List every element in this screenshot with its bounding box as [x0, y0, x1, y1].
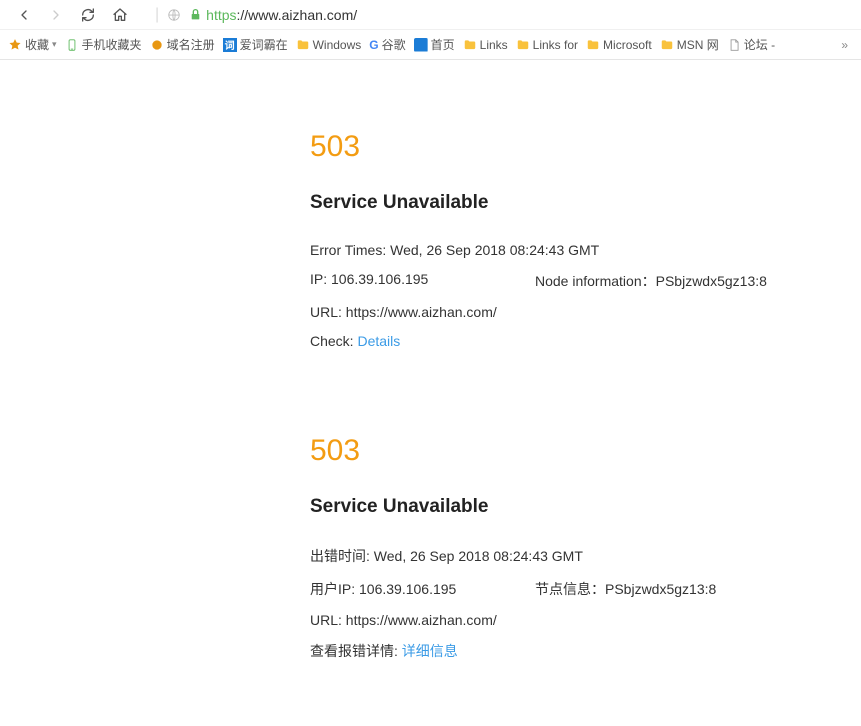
bookmark-label: 收藏: [25, 36, 49, 53]
check-label: Check:: [310, 333, 354, 349]
check-line: Check: Details: [310, 333, 810, 349]
url-label: URL:: [310, 304, 342, 320]
ip-value: 106.39.106.195: [359, 581, 456, 597]
error-block-zh: 503 Service Unavailable 出错时间: Wed, 26 Se…: [310, 434, 810, 661]
url-line: URL: https://www.aizhan.com/: [310, 304, 810, 320]
bookmarks-overflow[interactable]: »: [836, 38, 853, 52]
bookmark-label: MSN 网: [677, 36, 719, 53]
error-times-label: Error Times:: [310, 242, 386, 258]
error-title: Service Unavailable: [310, 192, 810, 214]
bookmark-label: 爱词霸在: [240, 36, 288, 53]
bookmark-label: 论坛 -: [744, 36, 775, 53]
bookmark-label: 首页: [431, 36, 455, 53]
bookmark-label: 手机收藏夹: [82, 36, 142, 53]
ip-node-line: 用户IP: 106.39.106.195 节点信息：PSbjzwdx5gz13:…: [310, 579, 810, 599]
reload-button[interactable]: [76, 3, 100, 27]
ip-value: 106.39.106.195: [331, 271, 428, 287]
url-line: URL: https://www.aizhan.com/: [310, 612, 810, 628]
domain-icon: [150, 38, 164, 52]
bookmark-label: Links for: [533, 38, 578, 52]
url-bar[interactable]: | https://www.aizhan.com/: [146, 4, 853, 26]
lock-icon: [189, 8, 202, 21]
aici-icon: 词: [223, 38, 237, 52]
node-label: 节点信息：: [535, 581, 605, 597]
bookmark-windows[interactable]: Windows: [296, 38, 362, 52]
url-label: URL:: [310, 612, 342, 628]
error-times-value: Wed, 26 Sep 2018 08:24:43 GMT: [390, 242, 599, 258]
back-button[interactable]: [12, 3, 36, 27]
chevron-down-icon: ▾: [52, 39, 57, 50]
error-times-line: 出错时间: Wed, 26 Sep 2018 08:24:43 GMT: [310, 546, 810, 566]
star-icon: [8, 38, 22, 52]
error-code: 503: [310, 130, 810, 164]
error-times-value: Wed, 26 Sep 2018 08:24:43 GMT: [374, 548, 583, 564]
bookmark-label: 域名注册: [167, 36, 215, 53]
globe-icon: [167, 8, 181, 22]
ip-label: 用户IP:: [310, 581, 355, 597]
ip-label: IP:: [310, 271, 327, 287]
bookmark-microsoft[interactable]: Microsoft: [586, 38, 652, 52]
separator: |: [155, 6, 159, 24]
error-code: 503: [310, 434, 810, 468]
browser-nav-bar: | https://www.aizhan.com/: [0, 0, 861, 30]
details-link[interactable]: 详细信息: [402, 643, 458, 659]
bookmark-links[interactable]: Links: [463, 38, 508, 52]
bookmark-label: Microsoft: [603, 38, 652, 52]
error-times-label: 出错时间:: [310, 548, 370, 564]
bookmark-label: 谷歌: [382, 36, 406, 53]
details-link[interactable]: Details: [357, 333, 400, 349]
folder-icon: [660, 38, 674, 52]
forward-button[interactable]: [44, 3, 68, 27]
folder-icon: [516, 38, 530, 52]
bookmark-mobile[interactable]: 手机收藏夹: [65, 36, 142, 53]
bookmarks-bar: 收藏 ▾ 手机收藏夹 域名注册 词 爱词霸在 Windows G 谷歌 首页 L…: [0, 30, 861, 60]
folder-icon: [463, 38, 477, 52]
error-block-en: 503 Service Unavailable Error Times: Wed…: [310, 130, 810, 349]
page-icon: [727, 38, 741, 52]
home-button[interactable]: [108, 3, 132, 27]
google-icon: G: [369, 38, 378, 52]
page-content: 503 Service Unavailable Error Times: Wed…: [0, 130, 861, 661]
error-title: Service Unavailable: [310, 496, 810, 518]
bookmark-collect[interactable]: 收藏 ▾: [8, 36, 57, 53]
folder-icon: [586, 38, 600, 52]
homepage-icon: [414, 38, 428, 52]
check-line: 查看报错详情: 详细信息: [310, 641, 810, 661]
check-label: 查看报错详情:: [310, 643, 398, 659]
bookmark-domain[interactable]: 域名注册: [150, 36, 215, 53]
mobile-icon: [65, 38, 79, 52]
url-value: https://www.aizhan.com/: [346, 304, 497, 320]
node-label: Node information：: [535, 273, 656, 289]
node-value: PSbjzwdx5gz13:8: [605, 581, 716, 597]
bookmark-linksfor[interactable]: Links for: [516, 38, 578, 52]
url-text: https://www.aizhan.com/: [206, 7, 357, 23]
ip-node-line: IP: 106.39.106.195 Node information：PSbj…: [310, 271, 810, 291]
bookmark-forum[interactable]: 论坛 -: [727, 36, 775, 53]
bookmark-google[interactable]: G 谷歌: [369, 36, 405, 53]
folder-icon: [296, 38, 310, 52]
bookmark-aici[interactable]: 词 爱词霸在: [223, 36, 288, 53]
url-value: https://www.aizhan.com/: [346, 612, 497, 628]
bookmark-homepage[interactable]: 首页: [414, 36, 455, 53]
bookmark-label: Windows: [313, 38, 362, 52]
node-value: PSbjzwdx5gz13:8: [656, 273, 767, 289]
bookmark-msn[interactable]: MSN 网: [660, 36, 719, 53]
error-times-line: Error Times: Wed, 26 Sep 2018 08:24:43 G…: [310, 242, 810, 258]
bookmark-label: Links: [480, 38, 508, 52]
